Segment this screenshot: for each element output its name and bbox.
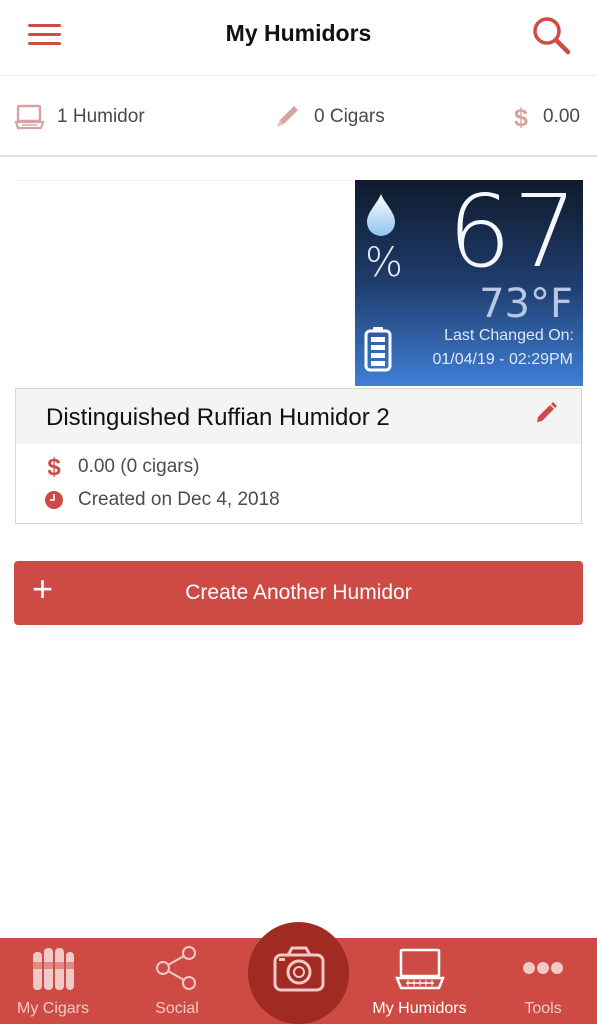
humidor-card-header[interactable]: Distinguished Ruffian Humidor 2 <box>15 388 582 445</box>
battery-icon <box>364 327 392 372</box>
more-dots-icon <box>523 962 563 974</box>
tab-label: My Humidors <box>372 1000 467 1017</box>
page-title: My Humidors <box>225 20 372 46</box>
humidor-created-text: Created on Dec 4, 2018 <box>78 489 280 510</box>
humidor-value-row: $ 0.00 (0 cigars) <box>44 454 199 480</box>
camera-icon <box>273 946 325 992</box>
share-icon <box>156 946 196 990</box>
edit-humidor-button[interactable] <box>534 401 560 427</box>
humidor-count: 1 Humidor <box>57 106 145 127</box>
cigar-count-stat: 0 Cigars <box>272 77 385 157</box>
pencil-icon <box>277 106 298 127</box>
search-icon <box>533 17 571 55</box>
card-top-divider <box>15 180 355 181</box>
humidor-card-details: $ 0.00 (0 cigars) Created on Dec 4, 2018 <box>15 444 582 524</box>
search-button[interactable] <box>530 14 576 60</box>
humidor-icon <box>14 104 45 130</box>
tab-label: Tools <box>524 1000 562 1017</box>
cigars-icon <box>32 948 75 990</box>
top-header: My Humidors <box>0 0 597 76</box>
dollar-icon: $ <box>47 454 61 480</box>
humidor-name: Distinguished Ruffian Humidor 2 <box>46 404 390 431</box>
tab-my-humidors[interactable]: My Humidors <box>362 938 477 1024</box>
humidity-symbol: % <box>365 240 404 286</box>
humidity-value: 67 <box>447 180 579 290</box>
create-humidor-button[interactable]: + Create Another Humidor <box>14 561 583 625</box>
stats-bar: 1 Humidor 0 Cigars $ 0.00 <box>0 77 597 157</box>
clock-icon <box>45 491 63 509</box>
pencil-icon <box>537 402 557 422</box>
camera-button[interactable] <box>248 922 349 1024</box>
cigar-count: 0 Cigars <box>314 106 385 127</box>
humidor-value-text: 0.00 (0 cigars) <box>78 456 200 477</box>
humidor-created-row: Created on Dec 4, 2018 <box>44 489 280 511</box>
humidor-icon <box>394 948 445 990</box>
last-changed-date: 01/04/19 - 02:29PM <box>432 351 573 368</box>
tab-tools[interactable]: Tools <box>498 938 588 1024</box>
total-value: 0.00 <box>543 106 580 127</box>
value-stat: $ 0.00 <box>511 77 580 157</box>
create-humidor-label: Create Another Humidor <box>185 581 412 604</box>
dollar-icon: $ <box>514 104 528 131</box>
tab-label: Social <box>155 1000 199 1017</box>
tab-social[interactable]: Social <box>132 938 222 1024</box>
humidor-count-stat: 1 Humidor <box>14 77 145 157</box>
water-drop-icon <box>367 194 395 236</box>
temperature-value: 73°F <box>479 281 573 327</box>
sensor-readout[interactable]: % 67 73°F Last Changed On: 01/04/19 - 02… <box>355 180 583 386</box>
tab-label: My Cigars <box>16 1000 89 1017</box>
svg-text:$: $ <box>514 104 528 131</box>
svg-text:$: $ <box>47 454 61 480</box>
tab-my-cigars[interactable]: My Cigars <box>8 938 98 1024</box>
last-changed-label: Last Changed On: <box>444 327 574 344</box>
